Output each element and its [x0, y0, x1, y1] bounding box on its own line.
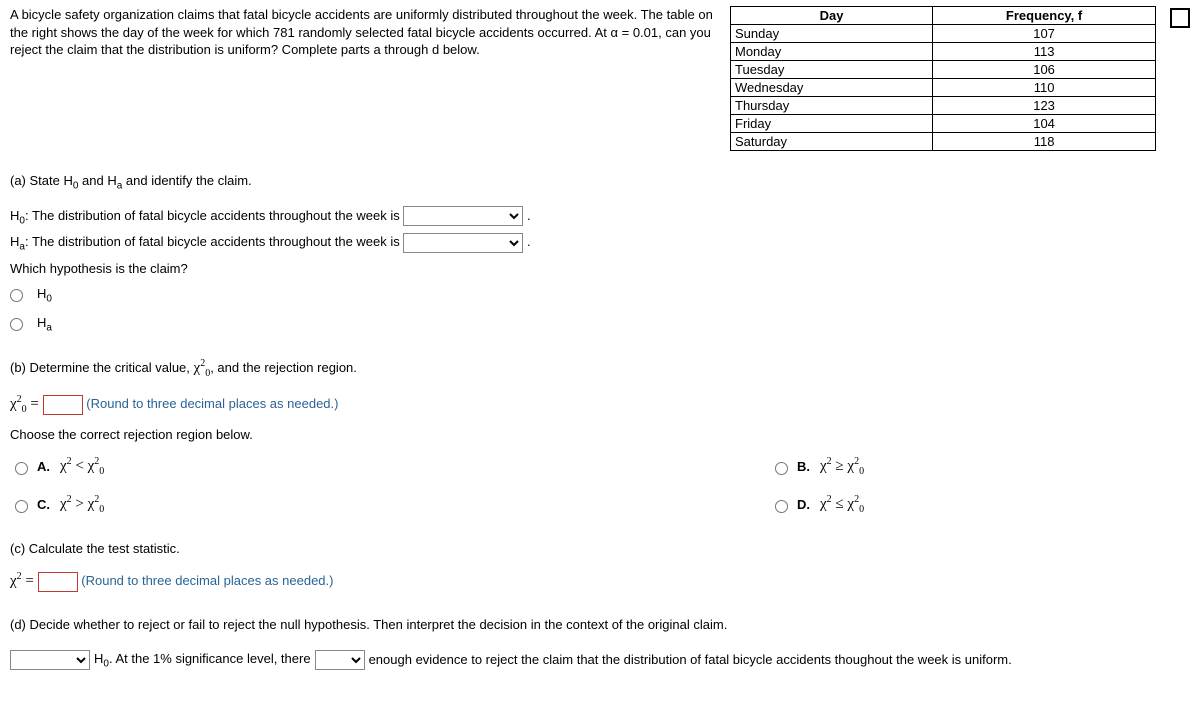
rr-a-expr: χ2 < χ20	[60, 453, 104, 481]
radio-ha[interactable]	[10, 318, 23, 331]
d-seg2: enough evidence to reject the claim that…	[369, 648, 1012, 671]
evidence-select[interactable]	[315, 650, 365, 670]
cell-freq: 118	[933, 133, 1156, 151]
period: .	[527, 234, 531, 249]
cell-freq: 106	[933, 61, 1156, 79]
cell-freq: 113	[933, 43, 1156, 61]
ha-select[interactable]	[403, 233, 523, 253]
cell-day: Sunday	[731, 25, 933, 43]
cell-day: Monday	[731, 43, 933, 61]
problem-statement: A bicycle safety organization claims tha…	[10, 6, 720, 59]
h0-label: H0: The distribution of fatal bicycle ac…	[10, 208, 403, 223]
cell-freq: 107	[933, 25, 1156, 43]
part-a-prompt: (a) State H0 and Ha and identify the cla…	[10, 169, 1190, 196]
radio-rr-a[interactable]	[15, 462, 28, 475]
chi2-input[interactable]	[38, 572, 78, 592]
rr-b-label: B.	[797, 455, 810, 478]
th-day: Day	[731, 7, 933, 25]
cell-freq: 123	[933, 97, 1156, 115]
cell-freq: 104	[933, 115, 1156, 133]
radio-h0-label: H0	[37, 282, 52, 309]
which-claim-prompt: Which hypothesis is the claim?	[10, 257, 1190, 280]
radio-h0[interactable]	[10, 289, 23, 302]
radio-ha-label: Ha	[37, 311, 52, 338]
table-row: Wednesday110	[731, 79, 1156, 97]
frequency-table: Day Frequency, f Sunday107 Monday113 Tue…	[730, 6, 1156, 151]
table-row: Tuesday106	[731, 61, 1156, 79]
fullscreen-icon[interactable]	[1170, 8, 1190, 28]
chi0-input[interactable]	[43, 395, 83, 415]
radio-rr-d[interactable]	[775, 500, 788, 513]
cell-day: Saturday	[731, 133, 933, 151]
table-row: Friday104	[731, 115, 1156, 133]
rr-b-expr: χ2 ≥ χ20	[820, 453, 864, 481]
table-row: Monday113	[731, 43, 1156, 61]
th-freq: Frequency, f	[933, 7, 1156, 25]
chi0-hint: (Round to three decimal places as needed…	[86, 396, 338, 411]
cell-freq: 110	[933, 79, 1156, 97]
table-row: Thursday123	[731, 97, 1156, 115]
table-row: Sunday107	[731, 25, 1156, 43]
radio-rr-c[interactable]	[15, 500, 28, 513]
part-c-prompt: (c) Calculate the test statistic.	[10, 537, 1190, 560]
ha-label: Ha: The distribution of fatal bicycle ac…	[10, 234, 403, 249]
rr-c-expr: χ2 > χ20	[60, 491, 104, 519]
h0-select[interactable]	[403, 206, 523, 226]
rr-d-expr: χ2 ≤ χ20	[820, 491, 864, 519]
chi2-hint: (Round to three decimal places as needed…	[81, 573, 333, 588]
part-b-prompt: (b) Determine the critical value, χ20, a…	[10, 355, 1190, 383]
rr-d-label: D.	[797, 493, 810, 516]
d-seg1: H0. At the 1% significance level, there	[94, 647, 311, 674]
cell-day: Friday	[731, 115, 933, 133]
table-row: Saturday118	[731, 133, 1156, 151]
choose-rr-prompt: Choose the correct rejection region belo…	[10, 423, 1190, 446]
rr-a-label: A.	[37, 455, 50, 478]
chi2-label: χ2 =	[10, 573, 38, 589]
radio-rr-b[interactable]	[775, 462, 788, 475]
period: .	[527, 208, 531, 223]
decision-select[interactable]	[10, 650, 90, 670]
chi0-label: χ20 =	[10, 396, 43, 412]
cell-day: Wednesday	[731, 79, 933, 97]
part-d-prompt: (d) Decide whether to reject or fail to …	[10, 613, 1190, 636]
cell-day: Thursday	[731, 97, 933, 115]
cell-day: Tuesday	[731, 61, 933, 79]
rr-c-label: C.	[37, 493, 50, 516]
